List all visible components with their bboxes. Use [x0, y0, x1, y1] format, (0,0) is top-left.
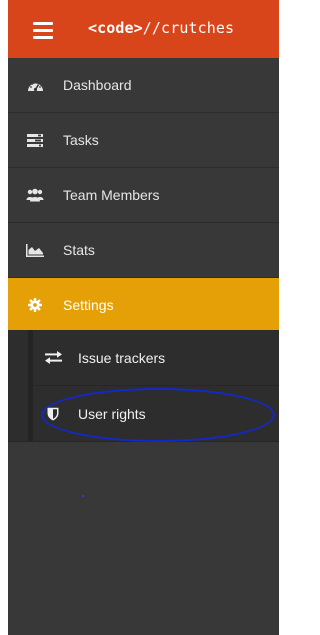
exchange-arrows-icon [44, 350, 62, 366]
settings-submenu: Issue trackers User rights [8, 330, 279, 442]
nav-item-label: Stats [63, 242, 95, 258]
gear-icon [26, 297, 44, 313]
dashboard-gauge-icon [26, 77, 44, 93]
main-nav: Dashboard Tasks Team Members Stats Setti… [8, 58, 279, 333]
submenu-item-user-rights[interactable]: User rights [33, 386, 279, 441]
shield-icon [44, 406, 62, 422]
sidebar: <code>//crutches Dashboard Tasks Team Me… [8, 0, 279, 635]
brand-path: //crutches [142, 19, 235, 37]
team-members-icon [26, 187, 44, 203]
area-chart-icon [26, 242, 44, 258]
nav-item-label: Dashboard [63, 77, 132, 93]
submenu-item-label: User rights [78, 405, 146, 422]
sidebar-header: <code>//crutches [8, 0, 279, 58]
nav-item-stats[interactable]: Stats [8, 223, 279, 278]
nav-item-label: Settings [63, 297, 114, 313]
brand-logo-text[interactable]: <code>//crutches [88, 19, 234, 37]
submenu-item-label: Issue trackers [78, 349, 166, 366]
nav-item-team-members[interactable]: Team Members [8, 168, 279, 223]
nav-item-tasks[interactable]: Tasks [8, 113, 279, 168]
brand-tag: <code> [88, 19, 143, 37]
nav-item-dashboard[interactable]: Dashboard [8, 58, 279, 113]
nav-item-settings[interactable]: Settings [8, 278, 279, 333]
hamburger-menu-icon[interactable] [33, 22, 53, 39]
submenu-item-issue-trackers[interactable]: Issue trackers [33, 330, 279, 386]
tasks-list-icon [26, 132, 44, 148]
nav-item-label: Tasks [63, 132, 99, 148]
nav-item-label: Team Members [63, 187, 160, 203]
annotation-dot [82, 495, 84, 497]
